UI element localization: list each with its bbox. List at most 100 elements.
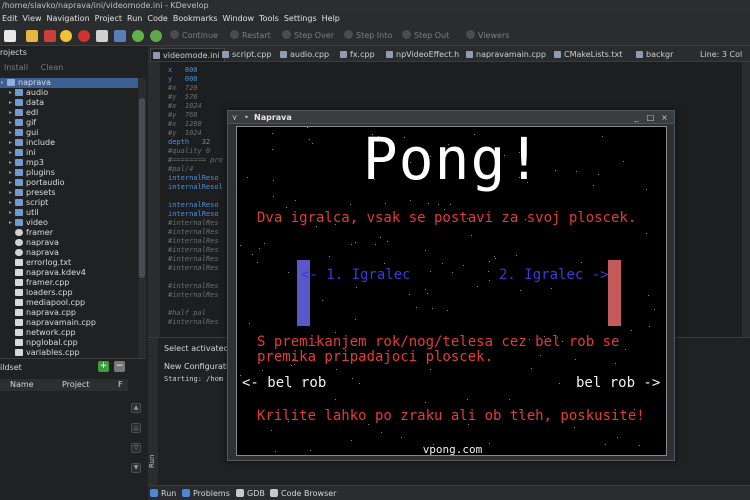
tree-item[interactable]: ▸ data	[0, 98, 138, 108]
pong-canvas[interactable]: Pong! Dva igralca, vsak se postavi za sv…	[236, 126, 667, 456]
status-problems[interactable]: Problems	[182, 488, 230, 499]
expand-arrow-icon[interactable]: ▸	[9, 198, 12, 208]
tab-6[interactable]: CMakeLists.txt	[552, 48, 626, 61]
menu-edit[interactable]: Edit	[0, 12, 21, 26]
tree-item[interactable]: ▸ gui	[0, 128, 138, 138]
tree-item[interactable]: ▸ portaudio	[0, 178, 138, 188]
tree-item[interactable]: naprava	[0, 248, 138, 258]
tree-item[interactable]: ▸ gif	[0, 118, 138, 128]
expand-arrow-icon[interactable]: ▸	[9, 88, 12, 98]
menu-tools[interactable]: Tools	[257, 12, 282, 26]
tree-item[interactable]: framer.cpp	[0, 278, 138, 288]
stop-build-icon[interactable]	[78, 30, 90, 42]
add-button[interactable]: +	[98, 361, 109, 372]
viewers-button[interactable]: Viewers	[466, 29, 509, 43]
naprava-titlebar[interactable]: ⋎ • Naprava _ □ ×	[228, 111, 674, 124]
col-f[interactable]: F	[118, 379, 123, 391]
status-code-browser[interactable]: Code Browser	[270, 488, 336, 499]
menu-project[interactable]: Project	[93, 12, 125, 26]
pin-icon[interactable]: •	[242, 113, 251, 122]
run-side-tab[interactable]: Run	[148, 338, 158, 486]
move-bottom-button[interactable]: ▼	[131, 463, 141, 473]
restart-button[interactable]: Restart	[230, 29, 271, 43]
clean-button[interactable]: Clean	[41, 63, 64, 72]
tab-3[interactable]: fx.cpp	[338, 48, 379, 61]
expand-arrow-icon[interactable]: ▸	[9, 208, 12, 218]
tree-item[interactable]: ▸ plugins	[0, 168, 138, 178]
scrollbar-thumb[interactable]	[139, 98, 145, 278]
save-icon[interactable]	[114, 30, 126, 42]
window-menu-icon[interactable]: ⋎	[230, 113, 239, 122]
expand-arrow-icon[interactable]: ▸	[9, 218, 12, 228]
move-top-button[interactable]: ▲	[131, 403, 141, 413]
tree-item[interactable]: errorlog.txt	[0, 258, 138, 268]
tree-item[interactable]: ▸ util	[0, 208, 138, 218]
tree-item[interactable]: naprava	[0, 238, 138, 248]
tab-7[interactable]: backgr	[634, 48, 677, 61]
tree-item[interactable]: ▸ ini	[0, 148, 138, 158]
tree-item[interactable]: ▸ mp3	[0, 158, 138, 168]
tab-0[interactable]: videomode.ini	[150, 48, 225, 61]
editor-scrollbar[interactable]	[742, 62, 750, 337]
menu-code[interactable]: Code	[145, 12, 170, 26]
status-run[interactable]: Run	[150, 488, 176, 499]
menu-window[interactable]: Window	[221, 12, 258, 26]
expand-arrow-icon[interactable]: ▸	[9, 108, 12, 118]
brush-icon[interactable]	[44, 30, 56, 42]
brush2-icon[interactable]	[96, 30, 108, 42]
tree-item[interactable]: variables.cpp	[0, 348, 138, 358]
tree-item[interactable]: npglobal.cpp	[0, 338, 138, 348]
tree-item[interactable]: ▸ video	[0, 218, 138, 228]
tree-item[interactable]: mediapool.cpp	[0, 298, 138, 308]
redo-icon[interactable]	[150, 30, 162, 42]
tree-item[interactable]: ▸ presets	[0, 188, 138, 198]
close-icon[interactable]: ×	[660, 113, 669, 122]
new-configuration-item[interactable]: New Configuratio	[164, 362, 233, 371]
tree-item[interactable]: ▸ script	[0, 198, 138, 208]
remove-button[interactable]: −	[114, 361, 125, 372]
expand-arrow-icon[interactable]: ▸	[9, 138, 12, 148]
menu-view[interactable]: View	[21, 12, 45, 26]
tree-item[interactable]: loaders.cpp	[0, 288, 138, 298]
maximize-icon[interactable]: □	[646, 113, 655, 122]
helmet-icon[interactable]	[60, 30, 72, 42]
tree-item[interactable]: framer	[0, 228, 138, 238]
menu-settings[interactable]: Settings	[282, 12, 320, 26]
expand-arrow-icon[interactable]: ▸	[1, 78, 4, 88]
menu-bookmarks[interactable]: Bookmarks	[171, 12, 221, 26]
expand-arrow-icon[interactable]: ▸	[9, 128, 12, 138]
expand-arrow-icon[interactable]: ▸	[9, 168, 12, 178]
tree-item[interactable]: ▸ edl	[0, 108, 138, 118]
tree-item[interactable]: ▸ audio	[0, 88, 138, 98]
move-down-button[interactable]: ▽	[131, 443, 141, 453]
minimize-icon[interactable]: _	[632, 113, 641, 122]
menu-navigation[interactable]: Navigation	[44, 12, 92, 26]
menu-help[interactable]: Help	[320, 12, 343, 26]
status-gdb[interactable]: GDB	[236, 488, 265, 499]
expand-arrow-icon[interactable]: ▸	[9, 98, 12, 108]
tree-item[interactable]: ▸ naprava	[0, 78, 138, 88]
new-file-icon[interactable]	[4, 30, 16, 42]
continue-button[interactable]: Continue	[170, 29, 218, 43]
menu-run[interactable]: Run	[125, 12, 145, 26]
col-project[interactable]: Project	[62, 379, 89, 391]
tree-item[interactable]: naprava.cpp	[0, 308, 138, 318]
expand-arrow-icon[interactable]: ▸	[9, 148, 12, 158]
step-out-button[interactable]: Step Out	[402, 29, 449, 43]
tree-item[interactable]: naprava.kdev4	[0, 268, 138, 278]
move-up-button[interactable]: △	[131, 423, 141, 433]
step-into-button[interactable]: Step Into	[344, 29, 392, 43]
install-button[interactable]: Install	[4, 63, 28, 72]
tab-2[interactable]: audio.cpp	[278, 48, 333, 61]
tab-4[interactable]: npVideoEffect.h	[384, 48, 463, 61]
project-tree-scrollbar[interactable]	[138, 78, 146, 388]
expand-arrow-icon[interactable]: ▸	[9, 118, 12, 128]
tab-1[interactable]: script.cpp	[220, 48, 275, 61]
tree-item[interactable]: network.cpp	[0, 328, 138, 338]
expand-arrow-icon[interactable]: ▸	[9, 158, 12, 168]
undo-icon[interactable]	[132, 30, 144, 42]
tree-item[interactable]: napravamain.cpp	[0, 318, 138, 328]
expand-arrow-icon[interactable]: ▸	[9, 188, 12, 198]
tab-5[interactable]: napravamain.cpp	[464, 48, 550, 61]
edit-icon[interactable]	[26, 30, 38, 42]
